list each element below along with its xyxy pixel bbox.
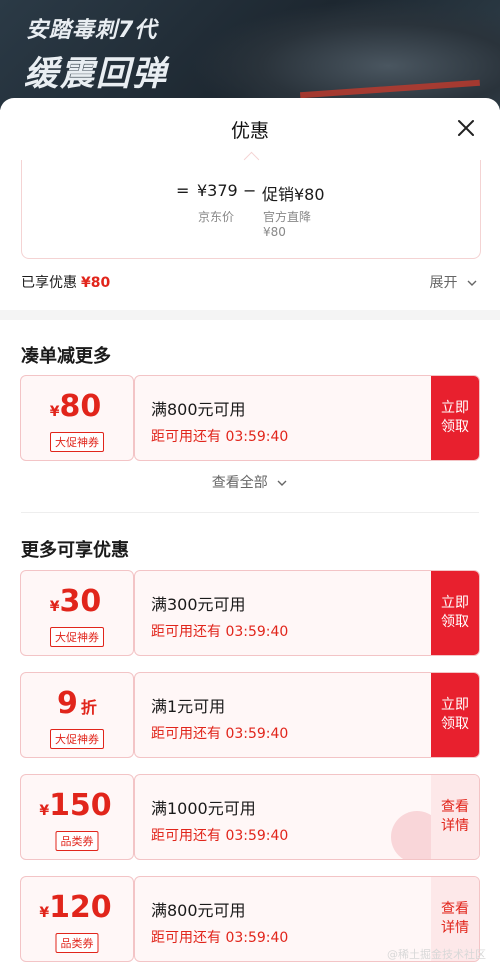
sheet-header: 优惠 xyxy=(0,98,500,160)
claim-coupon-button[interactable]: 立即 领取 xyxy=(431,571,479,655)
coupon-countdown: 距可用还有 03:59:40 xyxy=(151,828,289,844)
coupon-value: ¥150 xyxy=(39,788,112,823)
coupon-card: 9折 大促神券 满1元可用 距可用还有 03:59:40 立即 领取 xyxy=(20,672,480,758)
coupon-type-tag: 品类券 xyxy=(55,831,99,851)
jd-price-caption: 京东价 xyxy=(198,210,235,224)
jd-price: ¥379 xyxy=(197,181,238,200)
expand-button[interactable]: 展开 xyxy=(430,272,478,292)
section-title-more: 更多可享优惠 xyxy=(21,540,129,561)
product-banner: 安踏毒刺7代 缓震回弹 xyxy=(0,0,500,110)
price-calculation-card: = ¥379 − 促销¥80 京东价 官方直降 ¥80 xyxy=(21,151,481,259)
coupon-card: ¥80 大促神券 满800元可用 距可用还有 03:59:40 立即 领取 xyxy=(20,375,480,461)
coupon-condition: 满800元可用 xyxy=(151,901,246,920)
coupon-type-tag: 大促神券 xyxy=(50,627,104,647)
coupon-condition: 满300元可用 xyxy=(151,595,246,614)
watermark: @稀土掘金技术社区 xyxy=(387,948,486,961)
section-title-combine: 凑单减更多 xyxy=(21,346,111,367)
close-icon[interactable] xyxy=(454,116,478,140)
coupon-value-panel: 9折 大促神券 xyxy=(20,672,134,758)
view-details-button[interactable]: 查看 详情 xyxy=(431,775,479,859)
coupon-condition: 满1000元可用 xyxy=(151,799,256,818)
coupon-detail-panel: 满1元可用 距可用还有 03:59:40 立即 领取 xyxy=(134,672,480,758)
coupon-countdown: 距可用还有 03:59:40 xyxy=(151,726,289,742)
coupon-value: ¥30 xyxy=(49,584,102,619)
coupon-condition: 满800元可用 xyxy=(151,400,246,419)
coupon-card: ¥150 品类券 满1000元可用 距可用还有 03:59:40 查看 详情 xyxy=(20,774,480,860)
expand-label: 展开 xyxy=(429,275,458,291)
sheet-title: 优惠 xyxy=(230,120,269,142)
chevron-down-icon xyxy=(467,280,477,286)
enjoyed-discount: 已享优惠 ¥80 xyxy=(21,272,110,292)
coupon-detail-panel: 满1000元可用 距可用还有 03:59:40 查看 详情 xyxy=(134,774,480,860)
claim-coupon-button[interactable]: 立即 领取 xyxy=(431,673,479,757)
claim-coupon-button[interactable]: 立即 领取 xyxy=(431,376,479,460)
coupon-type-tag: 大促神券 xyxy=(50,432,104,452)
coupon-value: 9折 xyxy=(57,686,97,721)
coupon-countdown: 距可用还有 03:59:40 xyxy=(151,429,289,445)
enjoyed-amount: ¥80 xyxy=(81,275,111,291)
section-separator xyxy=(0,310,500,320)
coupon-value-panel: ¥150 品类券 xyxy=(20,774,134,860)
coupon-value: ¥120 xyxy=(39,890,112,925)
coupon-detail-panel: 满800元可用 距可用还有 03:59:40 立即 领取 xyxy=(134,375,480,461)
coupon-type-tag: 品类券 xyxy=(55,933,99,953)
banner-headline: 安踏毒刺7代 xyxy=(26,18,158,43)
coupon-detail-panel: 满300元可用 距可用还有 03:59:40 立即 领取 xyxy=(134,570,480,656)
coupon-card: ¥30 大促神券 满300元可用 距可用还有 03:59:40 立即 领取 xyxy=(20,570,480,656)
coupon-countdown: 距可用还有 03:59:40 xyxy=(151,930,289,946)
coupon-condition: 满1元可用 xyxy=(151,697,226,716)
banner-slogan: 缓震回弹 xyxy=(24,54,168,94)
promo-caption-amount: ¥80 xyxy=(263,225,286,239)
enjoyed-label: 已享优惠 xyxy=(21,275,77,291)
discount-sheet: 优惠 = ¥379 − 促销¥80 京东价 官方直降 ¥80 已享优惠 ¥80 展… xyxy=(0,98,500,968)
coupon-type-tag: 大促神券 xyxy=(50,729,104,749)
coupon-value-panel: ¥30 大促神券 xyxy=(20,570,134,656)
coupon-countdown: 距可用还有 03:59:40 xyxy=(151,624,289,640)
coupon-value-panel: ¥120 品类券 xyxy=(20,876,134,962)
promo-amount: 促销¥80 xyxy=(262,185,325,204)
chevron-down-icon xyxy=(277,480,287,486)
promo-caption: 官方直降 xyxy=(263,210,312,224)
section-divider xyxy=(21,512,479,513)
coupon-value-panel: ¥80 大促神券 xyxy=(20,375,134,461)
minus-sign: − xyxy=(243,181,257,200)
coupon-value: ¥80 xyxy=(49,389,102,424)
view-all-button[interactable]: 查看全部 xyxy=(0,472,500,492)
equals-sign: = xyxy=(176,181,190,200)
view-all-label: 查看全部 xyxy=(211,475,268,491)
